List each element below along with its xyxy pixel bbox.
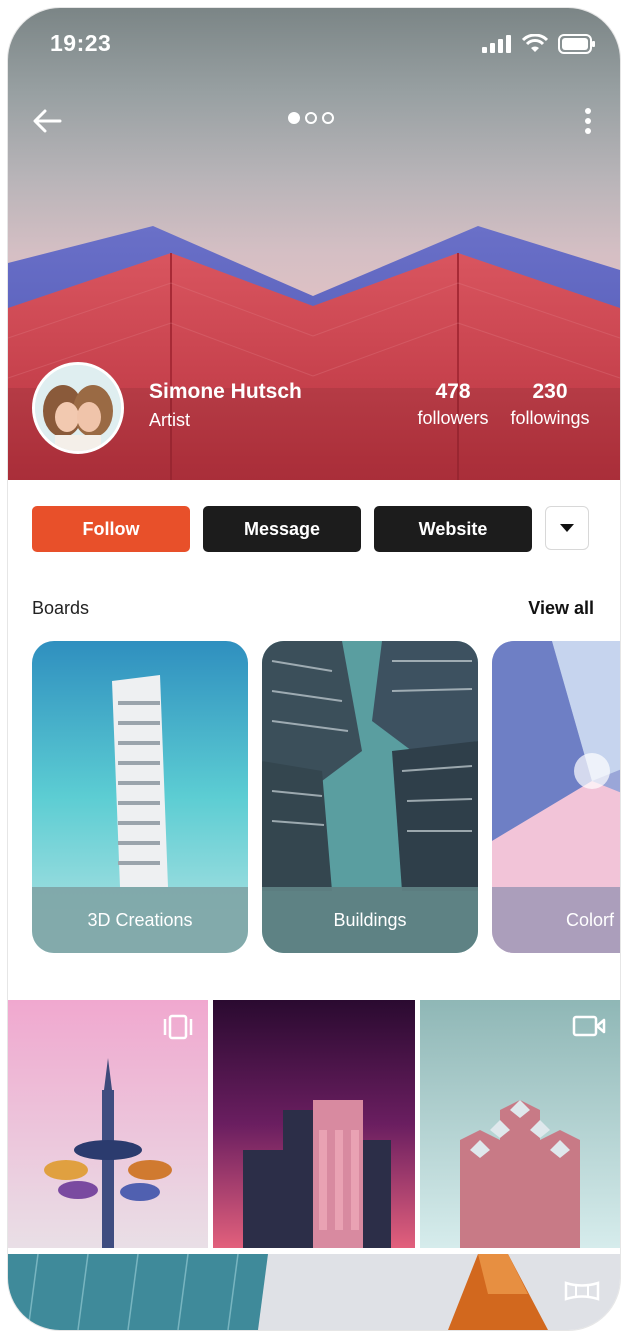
signal-icon <box>482 35 511 53</box>
photo-image <box>8 1254 620 1330</box>
page-dot-active[interactable] <box>288 112 300 124</box>
photo-image <box>213 1000 415 1248</box>
photo-tile[interactable] <box>213 1000 415 1248</box>
phone-screen: 19:23 Simone Hutsch Artist 478 followers… <box>8 8 620 1330</box>
profile-name: Simone Hutsch <box>149 380 302 403</box>
wifi-icon <box>522 34 548 52</box>
message-button[interactable]: Message <box>203 506 361 552</box>
website-button[interactable]: Website <box>374 506 532 552</box>
followings-stat[interactable]: 230 followings <box>505 380 595 429</box>
board-label: Colorf <box>566 909 615 930</box>
boards-title: Boards <box>32 598 90 618</box>
view-all-link[interactable]: View all <box>528 598 594 619</box>
panorama-icon <box>564 1280 600 1307</box>
back-button[interactable] <box>30 104 64 138</box>
board-card[interactable]: Colorf <box>492 641 620 953</box>
followings-label: followings <box>510 408 590 428</box>
video-icon <box>572 1014 606 1043</box>
profile-role: Artist <box>149 410 191 430</box>
avatar[interactable] <box>32 362 124 454</box>
more-vertical-icon[interactable] <box>576 104 600 138</box>
more-actions-button[interactable] <box>545 506 589 550</box>
page-dot[interactable] <box>322 112 334 124</box>
followings-count: 230 <box>532 380 568 403</box>
photo-tile[interactable] <box>8 1254 620 1330</box>
page-dot[interactable] <box>305 112 317 124</box>
chevron-down-icon <box>560 524 574 532</box>
arrow-left-icon <box>33 109 62 133</box>
cover-page-indicator <box>288 112 334 124</box>
profile-header: 19:23 Simone Hutsch Artist 478 followers… <box>8 8 620 480</box>
followers-count: 478 <box>435 380 471 403</box>
followers-stat[interactable]: 478 followers <box>412 380 494 429</box>
board-label: 3D Creations <box>87 909 193 930</box>
board-card[interactable]: 3D Creations <box>32 641 248 953</box>
avatar-image <box>35 365 121 451</box>
photo-tile[interactable] <box>420 1000 620 1248</box>
photo-tile[interactable] <box>8 1000 208 1248</box>
battery-icon <box>558 34 595 54</box>
board-card[interactable]: Buildings <box>262 641 478 953</box>
followers-label: followers <box>417 408 489 428</box>
status-time: 19:23 <box>50 30 112 56</box>
follow-button[interactable]: Follow <box>32 506 190 552</box>
board-label: Buildings <box>333 909 407 930</box>
status-icons <box>482 34 596 54</box>
carousel-icon <box>162 1014 194 1045</box>
